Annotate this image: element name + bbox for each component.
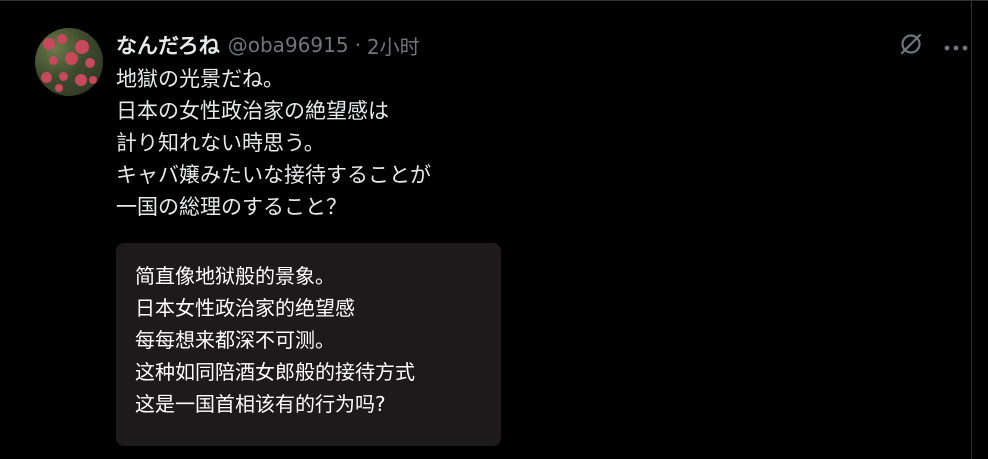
media-text: 简直像地狱般的景象。 日本女性政治家的绝望感 每每想来都深不可测。 这种如同陪酒… xyxy=(135,260,415,420)
media-text-line: 这种如同陪酒女郎般的接待方式 xyxy=(135,360,415,384)
column-divider xyxy=(971,0,972,459)
tweet-text-line: 計り知れない時思う。 xyxy=(116,131,325,155)
separator-dot: · xyxy=(354,33,361,57)
tweet-text-line: 日本の女性政治家の絶望感は xyxy=(116,99,389,123)
tweet-card[interactable]: なんだろね @oba96915 · 2小时 地獄の光景だね。 日本の女性政治家の… xyxy=(0,1,971,459)
more-button[interactable] xyxy=(941,31,971,61)
grok-button[interactable] xyxy=(896,31,926,61)
more-dots-icon xyxy=(943,37,969,56)
tweet-text-line: 地獄の光景だね。 xyxy=(116,67,284,91)
tweet-text-line: 一国の総理のすること？ xyxy=(116,195,347,219)
media-text-line: 每每想来都深不可测。 xyxy=(135,328,335,352)
tweet-header: なんだろね @oba96915 · 2小时 xyxy=(116,31,420,59)
media-text-line: 日本女性政治家的绝望感 xyxy=(135,296,355,320)
timestamp[interactable]: 2小时 xyxy=(367,31,420,60)
tweet-text: 地獄の光景だね。 日本の女性政治家の絶望感は 計り知れない時思う。 キャバ嬢みた… xyxy=(116,63,876,223)
tweet-media-image[interactable]: 简直像地狱般的景象。 日本女性政治家的绝望感 每每想来都深不可测。 这种如同陪酒… xyxy=(116,243,501,446)
avatar[interactable] xyxy=(35,28,103,96)
media-text-line: 简直像地狱般的景象。 xyxy=(135,264,335,288)
tweet-text-line: キャバ嬢みたいな接待することが xyxy=(116,163,431,187)
display-name[interactable]: なんだろね xyxy=(116,30,220,60)
media-text-line: 这是一国首相该有的行为吗? xyxy=(135,392,386,416)
user-handle[interactable]: @oba96915 xyxy=(228,33,349,57)
grok-slash-icon xyxy=(898,31,924,61)
